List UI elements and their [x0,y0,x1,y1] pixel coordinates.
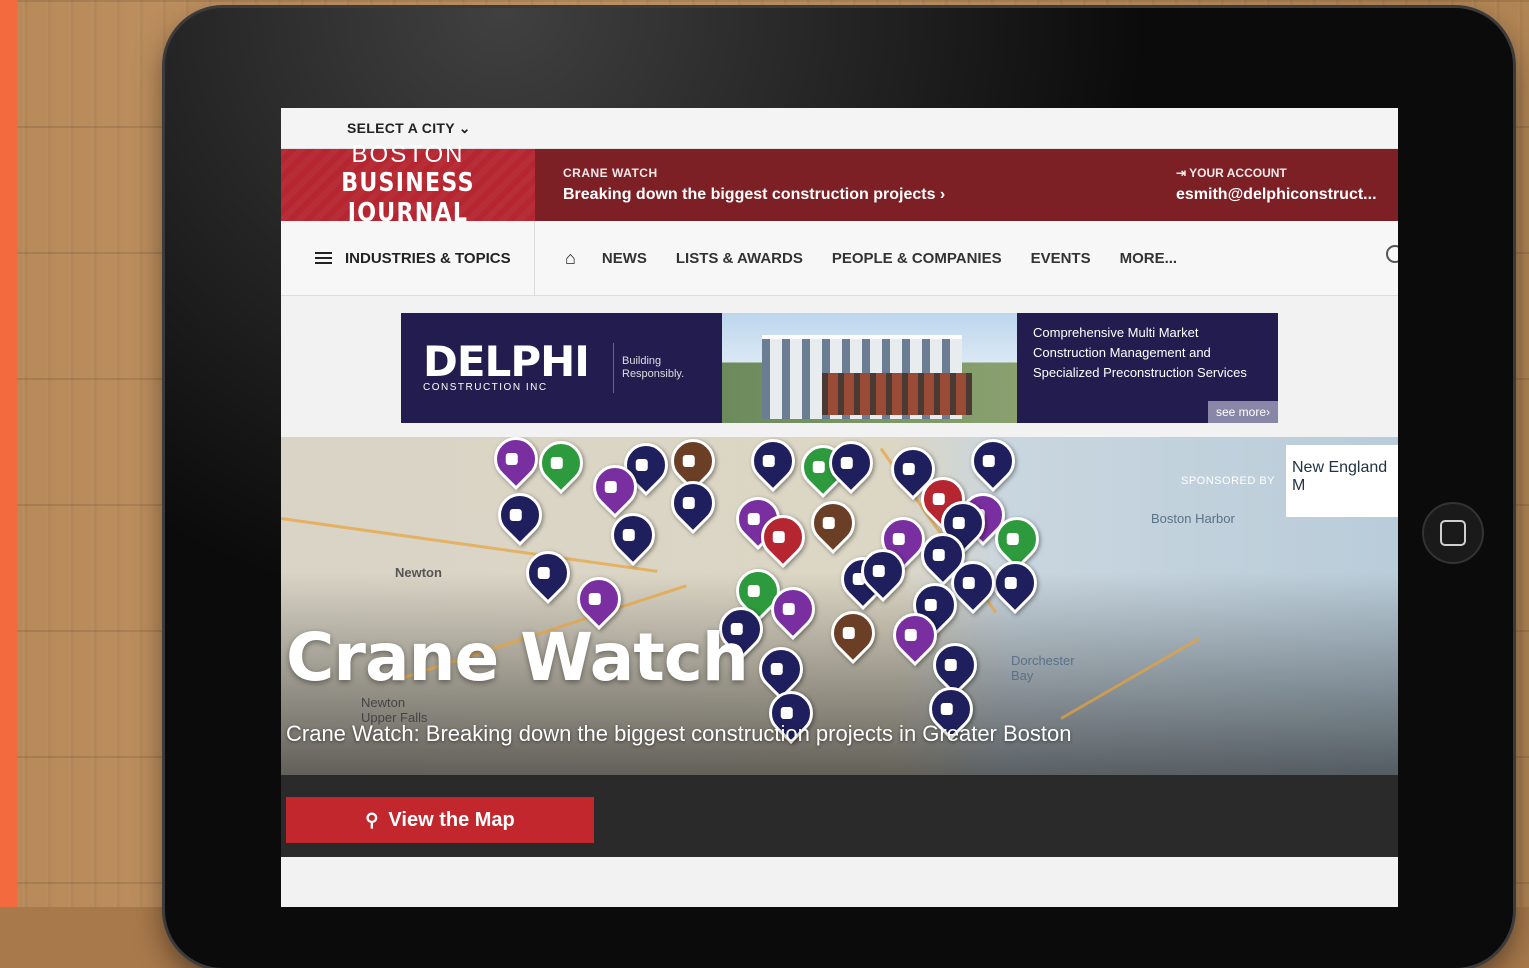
home-icon[interactable]: ⌂ [565,248,576,269]
ad-brand-sub: CONSTRUCTION INC [423,382,548,393]
map-pin[interactable] [821,601,885,665]
logo-line-2: BUSINESS JOURNAL [341,168,475,228]
sponsored-by-label: SPONSORED BY [1181,475,1276,487]
sponsor-logo[interactable]: New England M [1286,445,1398,517]
crane-watch-promo[interactable]: CRANE WATCH Breaking down the biggest co… [535,149,1176,221]
ad-tagline: Building Responsibly. [613,342,722,393]
map-pin-icon: ⚲ [365,809,379,830]
ad-building-photo [722,312,1017,423]
hero-title: Crane Watch [286,619,749,696]
hamburger-icon [315,252,332,264]
industries-topics-label: INDUSTRIES & TOPICS [345,249,511,267]
search-icon[interactable] [1386,245,1398,263]
delphi-ad-banner[interactable]: DELPHI CONSTRUCTION INC Building Respons… [401,312,1278,423]
nav-item-news[interactable]: NEWS [602,250,647,267]
map-pin[interactable] [488,483,552,547]
industries-topics-menu[interactable]: INDUSTRIES & TOPICS [281,221,535,295]
map-label-dorchester-bay: Dorchester Bay [1011,653,1075,683]
map-pin[interactable] [801,491,865,555]
map-label-boston-harbor: Boston Harbor [1151,511,1235,526]
nav-item-lists-awards[interactable]: LISTS & AWARDS [676,250,803,267]
account-email: esmith@delphiconstruct... [1176,186,1377,203]
map-pin[interactable] [749,637,813,701]
section-headline[interactable]: Breaking down the biggest construction p… [563,186,1176,204]
section-label: CRANE WATCH [563,166,658,180]
nav-item-events[interactable]: EVENTS [1031,250,1091,267]
account-label: ⇥ YOUR ACCOUNT [1176,166,1287,180]
ad-brand: DELPHI CONSTRUCTION INC [401,313,613,423]
map-pin[interactable] [661,471,725,535]
select-city-dropdown[interactable]: SELECT A CITY ⌄ [347,120,471,137]
tablet-home-button[interactable] [1422,502,1484,564]
ad-container: DELPHI CONSTRUCTION INC Building Respons… [281,296,1398,439]
main-nav: INDUSTRIES & TOPICS ⌂ NEWS LISTS & AWARD… [281,221,1398,296]
nav-item-more[interactable]: MORE... [1120,250,1178,267]
ad-see-more-button[interactable]: see more› [1207,400,1278,423]
view-map-label: View the Map [388,808,515,831]
accent-strip [0,0,17,907]
ad-brand-name: DELPHI [423,337,590,386]
nav-item-people-companies[interactable]: PEOPLE & COMPANIES [832,250,1002,267]
map-pin[interactable] [741,437,805,493]
map-pin[interactable] [961,437,1025,493]
home-square-icon [1440,520,1466,546]
map-pin[interactable] [529,437,593,495]
logo-line-1: BOSTON [351,141,465,168]
map-label-newton: Newton [395,565,442,580]
crane-watch-hero-map[interactable]: Newton Boston Harbor Dorchester Bay Newt… [281,437,1398,775]
site-logo[interactable]: BOSTON BUSINESS JOURNAL [281,142,535,228]
site-header: BOSTON BUSINESS JOURNAL CRANE WATCH Brea… [281,142,1398,228]
hero-subtitle: Crane Watch: Breaking down the biggest c… [286,721,1072,746]
view-map-button[interactable]: ⚲ View the Map [286,797,594,843]
content-area [281,857,1398,907]
account-menu[interactable]: ⇥ YOUR ACCOUNT esmith@delphiconstruct... [1176,149,1398,221]
tablet-screen: SELECT A CITY ⌄ BOSTON BUSINESS JOURNAL … [281,108,1398,907]
